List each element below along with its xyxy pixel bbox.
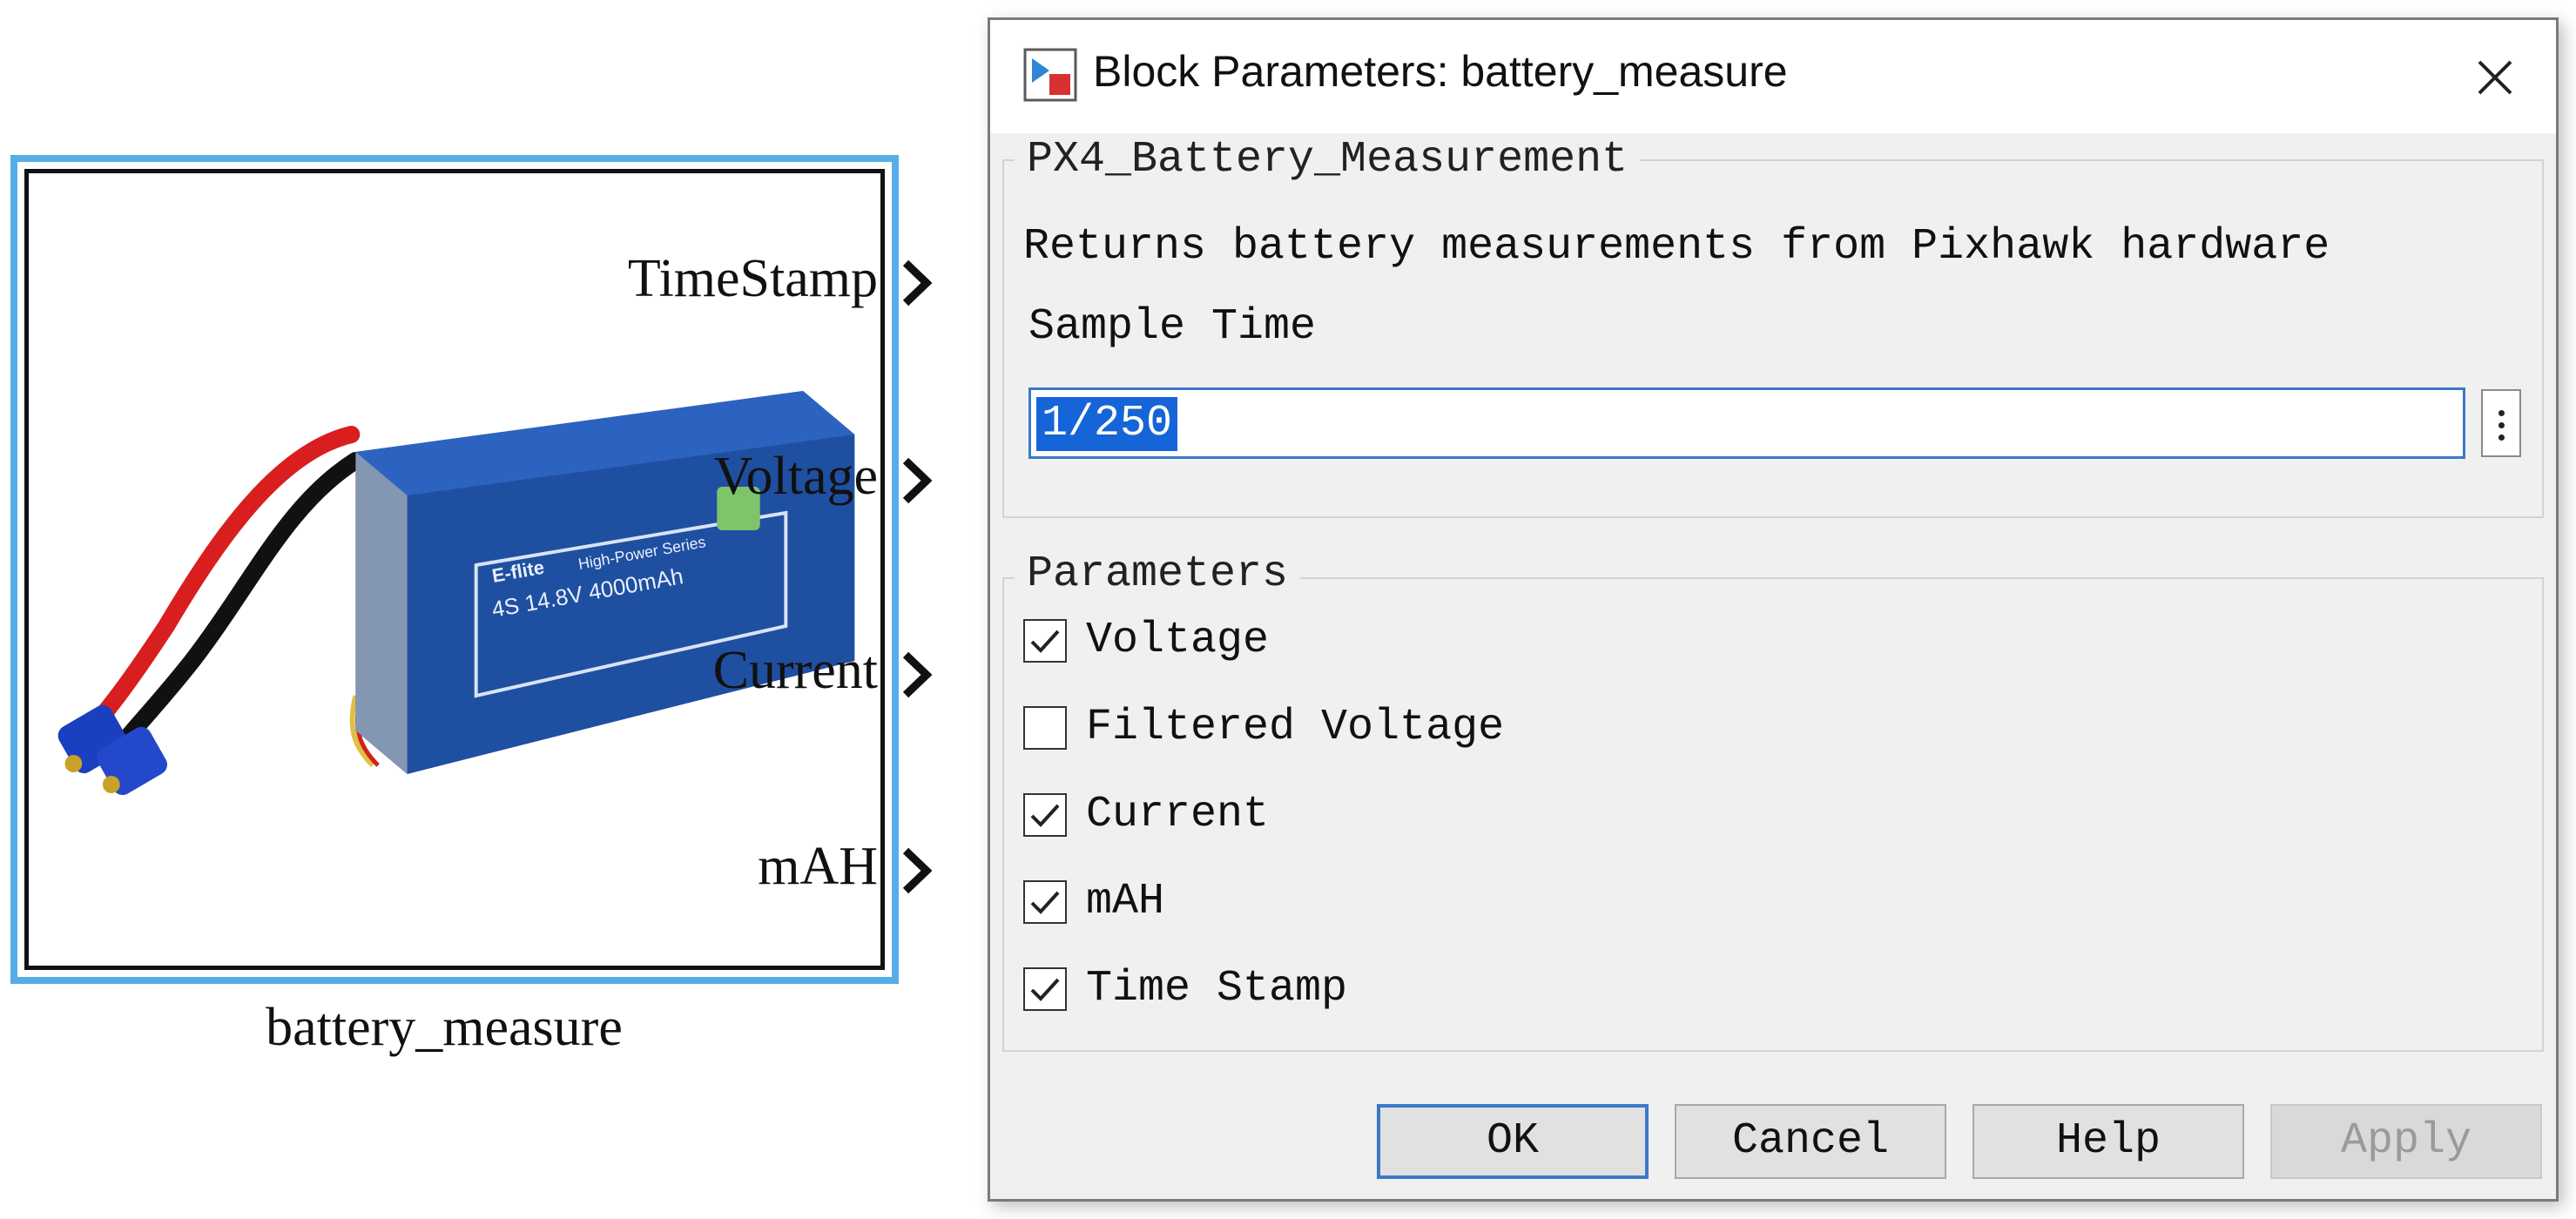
block-parameters-dialog: Block Parameters: battery_measure PX4_Ba… [988, 17, 2559, 1202]
checkbox-box[interactable] [1023, 706, 1067, 750]
output-port-arrow[interactable] [902, 651, 932, 698]
dialog-title: Block Parameters: battery_measure [1093, 47, 1788, 96]
block-description: Returns battery measurements from Pixhaw… [1023, 222, 2330, 272]
sample-time-label: Sample Time [1028, 302, 1317, 352]
parameters-group-legend: Parameters [1015, 549, 1301, 599]
check-icon [1030, 630, 1060, 653]
sample-time-value: 1/250 [1036, 397, 1178, 451]
checkbox-label: Voltage [1086, 616, 1270, 665]
dialog-titlebar[interactable]: Block Parameters: battery_measure [990, 20, 2556, 133]
checkbox-box[interactable] [1023, 619, 1067, 663]
check-icon [1030, 804, 1060, 827]
more-options-icon[interactable] [2481, 389, 2521, 457]
port-label-voltage: Voltage [713, 447, 878, 506]
checkbox-label: Time Stamp [1086, 964, 1348, 1014]
output-port-arrow[interactable] [902, 847, 932, 894]
checkbox-box[interactable] [1023, 880, 1067, 924]
block-name-label[interactable]: battery_measure [70, 997, 819, 1059]
help-button[interactable]: Help [1972, 1104, 2244, 1179]
ok-button[interactable]: OK [1377, 1104, 1649, 1179]
port-label-mah: mAH [758, 837, 878, 896]
output-port-arrow[interactable] [902, 457, 932, 504]
sample-time-input[interactable]: 1/250 [1028, 387, 2465, 459]
checkbox-box[interactable] [1023, 967, 1067, 1011]
main-group-legend: PX4_Battery_Measurement [1015, 135, 1641, 185]
close-icon[interactable] [2453, 36, 2537, 119]
checkbox-label: mAH [1086, 877, 1165, 926]
checkbox-label: Filtered Voltage [1086, 703, 1505, 752]
check-icon [1030, 978, 1060, 1001]
black-wire [110, 452, 365, 757]
apply-button[interactable]: Apply [2270, 1104, 2542, 1179]
simulink-block-icon [1023, 48, 1077, 102]
output-port-arrow[interactable] [902, 259, 932, 306]
checkbox-box[interactable] [1023, 793, 1067, 837]
port-label-current: Current [712, 641, 878, 700]
checkbox-label: Current [1086, 790, 1270, 839]
red-wire [80, 426, 361, 739]
check-icon [1030, 891, 1060, 914]
port-label-timestamp: TimeStamp [627, 249, 878, 308]
cancel-button[interactable]: Cancel [1675, 1104, 1946, 1179]
